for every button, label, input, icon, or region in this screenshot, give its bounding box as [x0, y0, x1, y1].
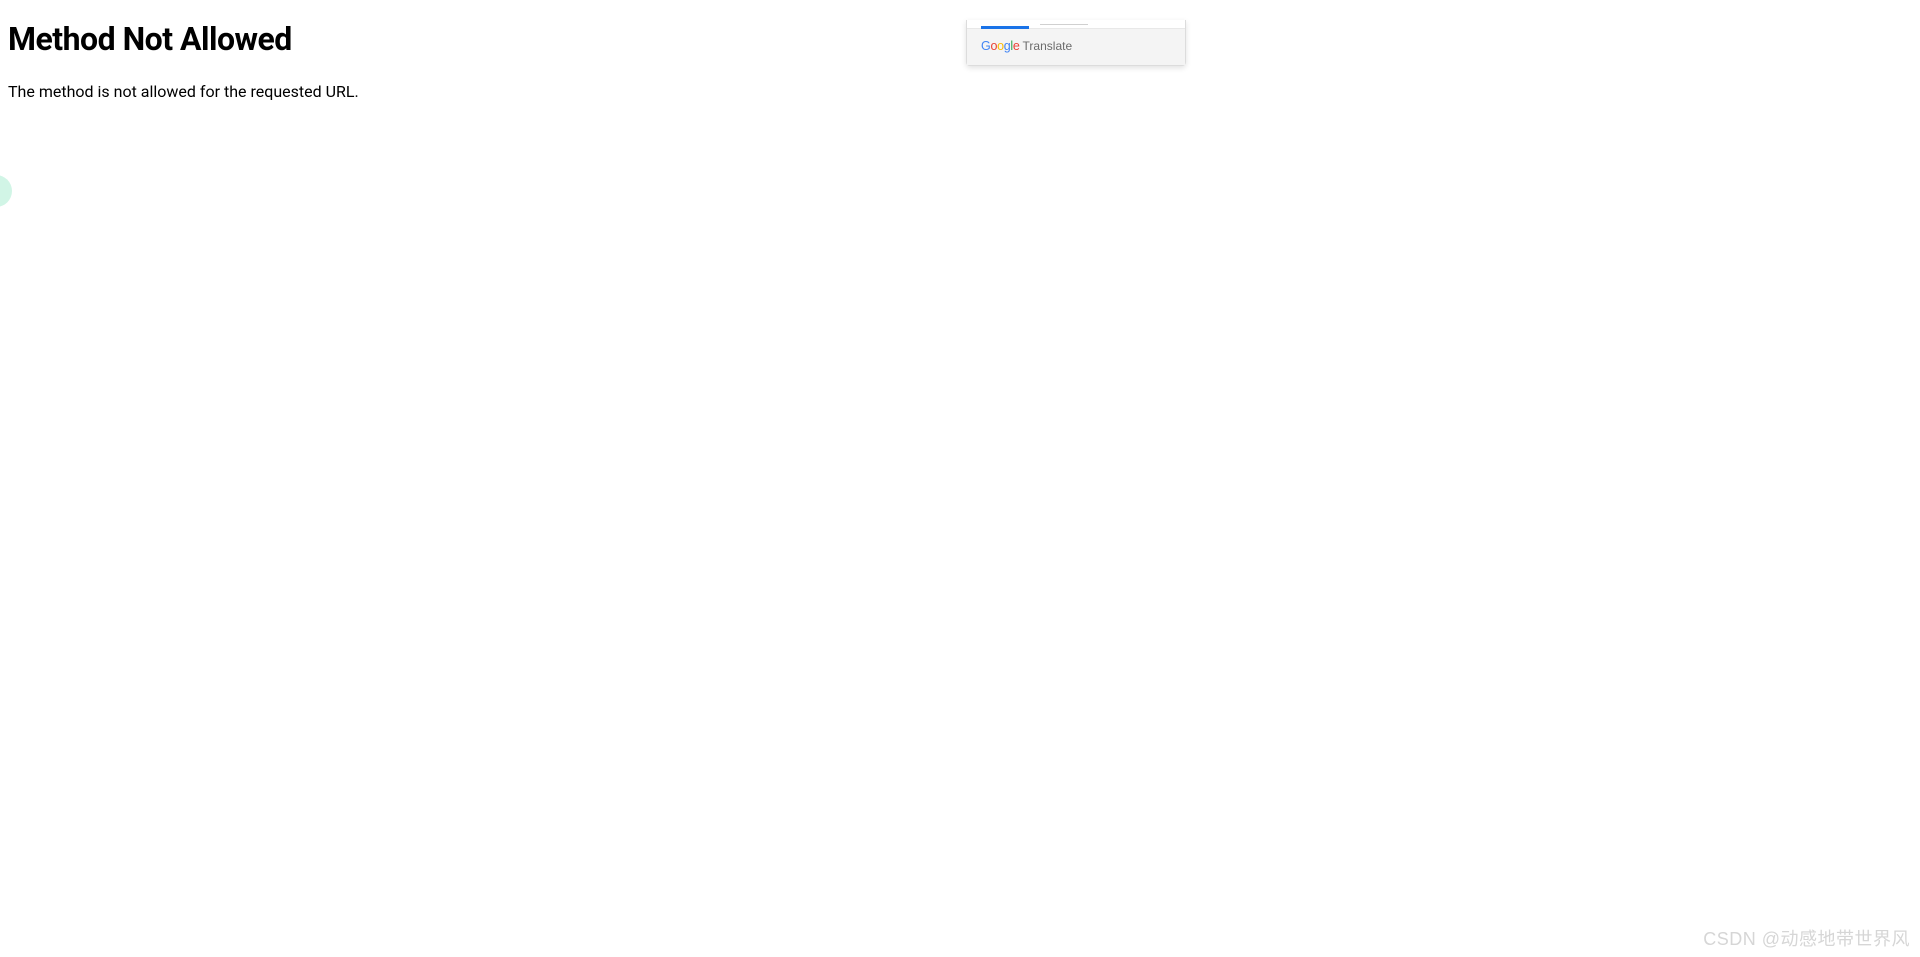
translate-popup-body: Google Translate [967, 29, 1185, 65]
error-message: The method is not allowed for the reques… [8, 82, 1920, 101]
google-logo-icon: Google [981, 39, 1020, 53]
translate-inactive-tab-indicator[interactable] [1040, 24, 1088, 25]
translate-text: Translate [1023, 39, 1073, 53]
translate-active-tab-indicator[interactable] [981, 26, 1029, 29]
floating-side-bubble[interactable] [0, 175, 12, 207]
google-translate-popup[interactable]: Google Translate [966, 20, 1186, 66]
translate-brand-label: Google Translate [981, 39, 1171, 53]
error-heading: Method Not Allowed [8, 20, 1920, 58]
translate-popup-tabs [967, 20, 1185, 29]
csdn-watermark: CSDN @动感地带世界风 [1703, 925, 1910, 951]
